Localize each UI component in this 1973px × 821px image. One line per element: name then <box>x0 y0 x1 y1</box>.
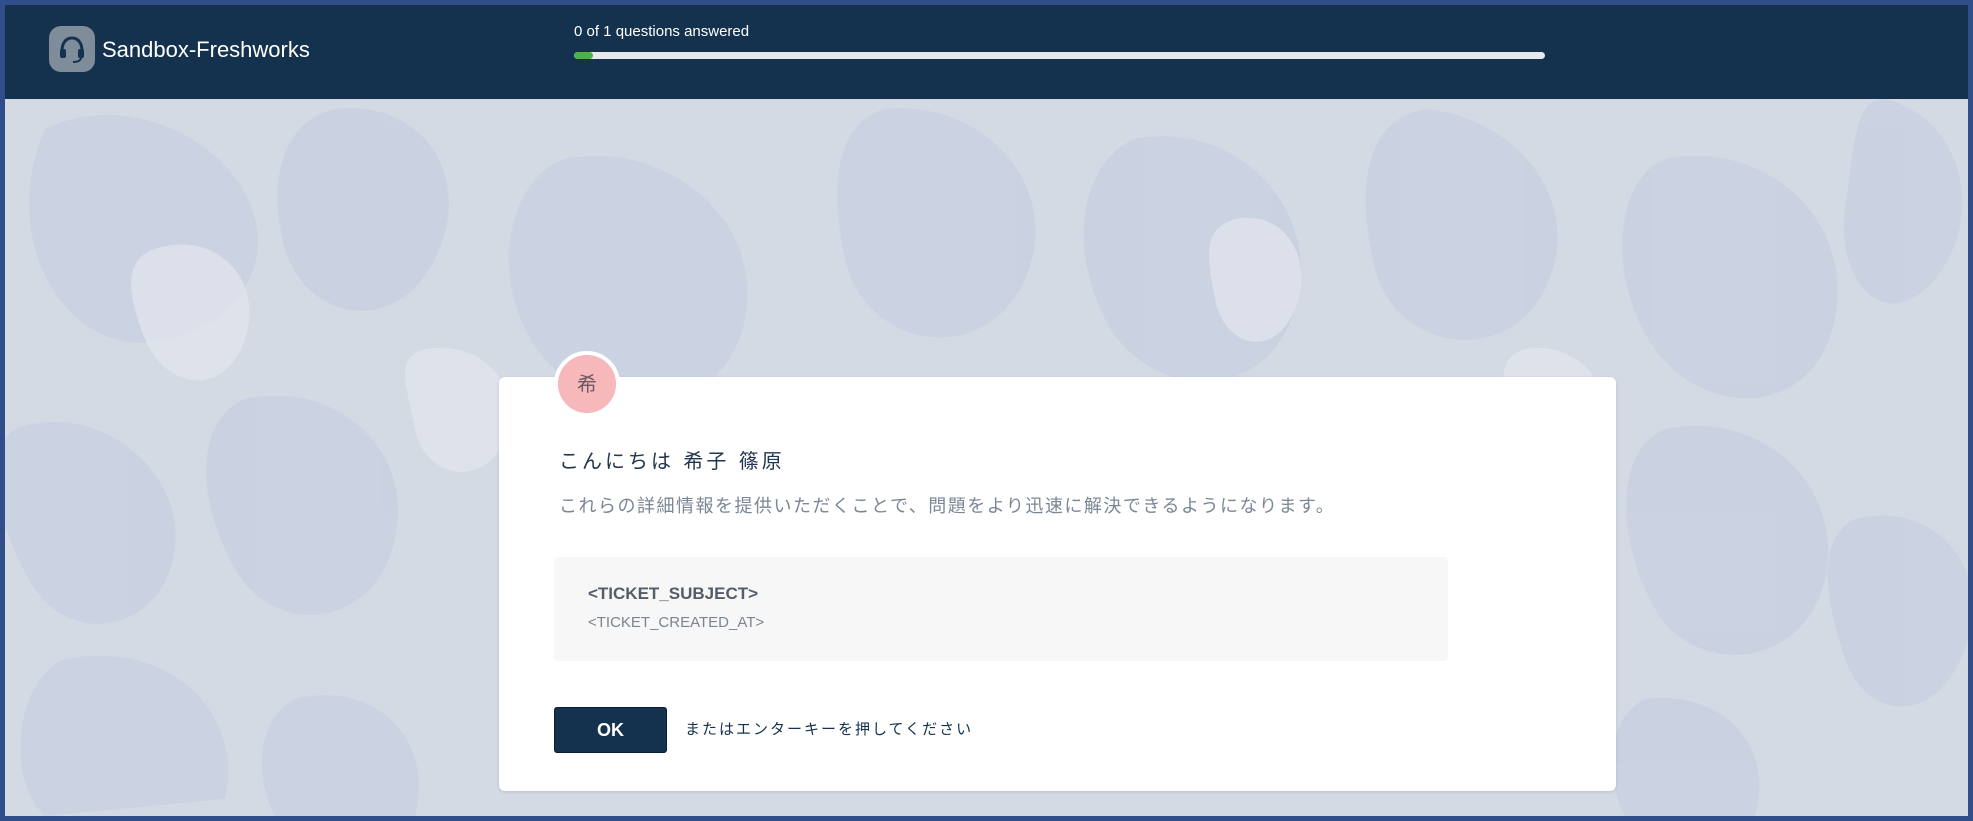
intro-text: これらの詳細情報を提供いただくことで、問題をより迅速に解決できるようになります。 <box>559 496 1336 517</box>
ticket-created-at: <TICKET_CREATED_AT> <box>588 614 765 631</box>
brand-name: Sandbox-Freshworks <box>102 37 310 62</box>
ticket-summary: <TICKET_SUBJECT> <TICKET_CREATED_AT> <box>554 557 1448 661</box>
headset-icon <box>49 26 95 72</box>
ticket-subject: <TICKET_SUBJECT> <box>588 584 759 603</box>
page-frame: Sandbox-Freshworks 0 of 1 questions answ… <box>5 5 1968 816</box>
enter-key-hint: またはエンターキーを押してください <box>685 720 974 738</box>
ok-button[interactable]: OK <box>554 707 667 753</box>
greeting-heading: こんにちは 希子 篠原 <box>559 449 785 473</box>
progress-bar <box>574 52 1545 59</box>
progress-text: 0 of 1 questions answered <box>574 23 750 40</box>
survey-card: 希 こんにちは 希子 篠原 これらの詳細情報を提供いただくことで、問題をより迅速… <box>499 351 1616 791</box>
top-bar: Sandbox-Freshworks 0 of 1 questions answ… <box>5 5 1968 99</box>
progress-bar-fill <box>574 52 593 59</box>
avatar: 希 <box>554 351 620 417</box>
